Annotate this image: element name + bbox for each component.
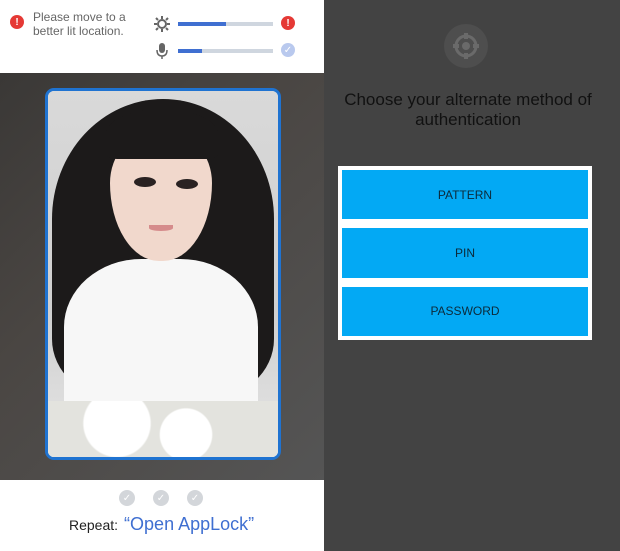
password-button[interactable]: PASSWORD xyxy=(342,286,588,336)
microphone-check-icon: ✓ xyxy=(281,43,295,57)
microphone-icon xyxy=(154,43,170,59)
brightness-icon xyxy=(154,16,170,32)
microphone-meter-fill xyxy=(178,49,202,53)
repeat-prompt: Repeat: “Open AppLock” xyxy=(69,514,309,538)
warning-icon: ! xyxy=(10,15,24,29)
face-capture-frame xyxy=(45,88,281,460)
pattern-button[interactable]: PATTERN xyxy=(342,170,588,220)
check-icon: ✓ xyxy=(119,490,135,506)
microphone-meter xyxy=(178,49,273,53)
auth-heading: Choose your alternate method of authenti… xyxy=(344,90,592,129)
check-icon: ✓ xyxy=(153,490,169,506)
pin-button[interactable]: PIN xyxy=(342,228,588,278)
lighting-message: Please move to a better lit location. xyxy=(33,10,126,38)
brightness-meter xyxy=(178,22,273,26)
brightness-meter-fill xyxy=(178,22,226,26)
brightness-warning-icon: ! xyxy=(281,16,295,30)
alternate-auth-panel: Choose your alternate method of authenti… xyxy=(324,0,620,551)
repeat-label: Repeat: xyxy=(69,517,119,533)
auth-options: PATTERN PIN PASSWORD xyxy=(338,166,592,340)
face-unlock-panel: ! Please move to a better lit location. … xyxy=(0,0,324,551)
repeat-phrase: “Open AppLock” xyxy=(124,514,255,534)
voice-prompt-area: ✓ ✓ ✓ Repeat: “Open AppLock” xyxy=(0,480,324,551)
status-bar: ! Please move to a better lit location. … xyxy=(0,0,324,73)
lock-icon xyxy=(444,24,488,68)
check-icon: ✓ xyxy=(187,490,203,506)
progress-steps: ✓ ✓ ✓ xyxy=(119,490,203,506)
